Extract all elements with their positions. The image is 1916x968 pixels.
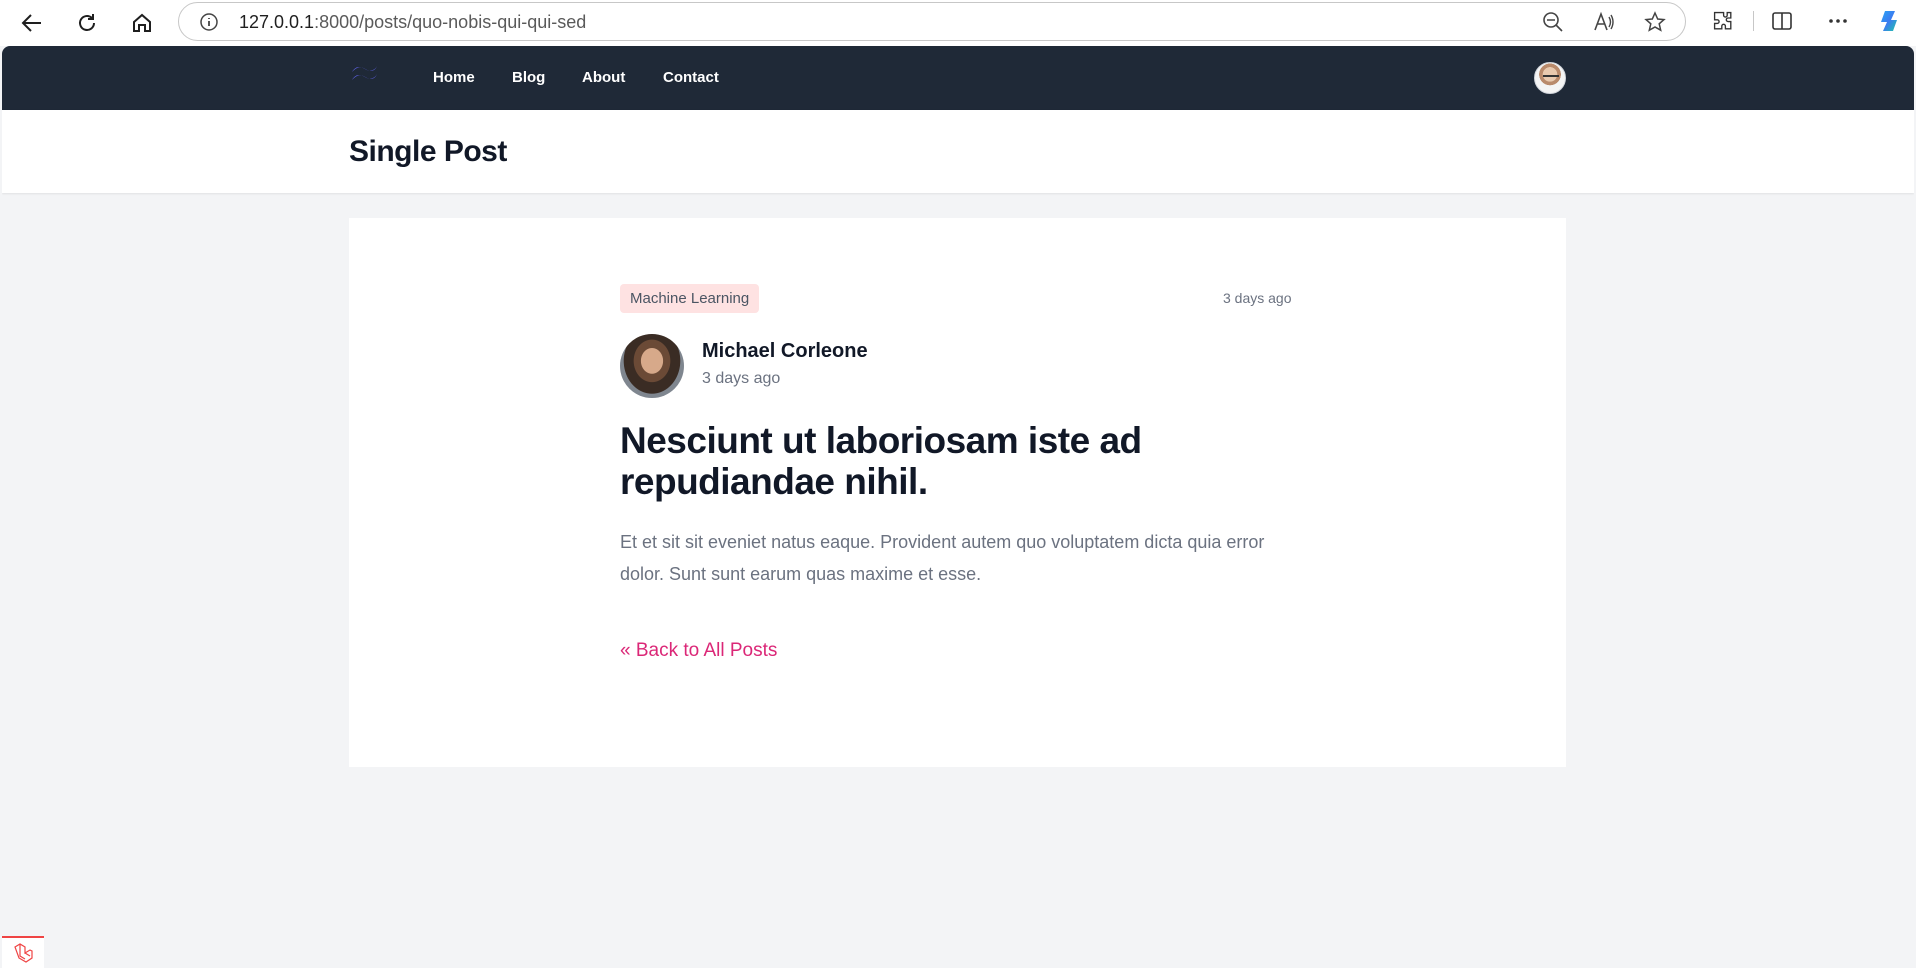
user-avatar[interactable]: [1534, 62, 1566, 94]
toolbar-divider: [1753, 11, 1754, 31]
site-navbar: Home Blog About Contact: [2, 46, 1914, 110]
address-bar[interactable]: 127.0.0.1:8000/posts/quo-nobis-qui-qui-s…: [178, 2, 1686, 41]
back-to-posts-link[interactable]: « Back to All Posts: [620, 640, 777, 662]
author-name: Michael Corleone: [702, 340, 868, 362]
zoom-out-icon[interactable]: [1542, 11, 1564, 33]
author-avatar: [620, 334, 684, 398]
nav-link-contact[interactable]: Contact: [663, 69, 719, 86]
nav-link-blog[interactable]: Blog: [512, 69, 545, 86]
home-icon[interactable]: [125, 6, 159, 40]
page-header: Single Post: [2, 110, 1914, 193]
category-badge[interactable]: Machine Learning: [620, 284, 760, 313]
avatar-glasses: [1543, 75, 1559, 79]
tailwind-logo-icon[interactable]: [349, 63, 381, 92]
author-timestamp: 3 days ago: [702, 370, 781, 387]
extensions-icon[interactable]: [1710, 8, 1736, 34]
url-host: 127.0.0.1: [239, 12, 315, 32]
nav-link-about[interactable]: About: [582, 69, 625, 86]
post-timestamp: 3 days ago: [1223, 290, 1292, 306]
more-options-icon[interactable]: [1825, 8, 1851, 34]
copilot-icon[interactable]: [1878, 8, 1904, 34]
page-title: Single Post: [349, 135, 507, 168]
favorite-star-icon[interactable]: [1644, 11, 1666, 33]
laravel-debug-icon[interactable]: [2, 936, 44, 968]
read-aloud-icon[interactable]: [1593, 11, 1615, 33]
back-arrow-icon[interactable]: [15, 6, 49, 40]
page-viewport: Home Blog About Contact Single Post Mach…: [2, 46, 1914, 968]
info-icon[interactable]: [199, 12, 219, 37]
url-text[interactable]: 127.0.0.1:8000/posts/quo-nobis-qui-qui-s…: [239, 12, 586, 33]
post-card: Machine Learning 3 days ago Michael Corl…: [349, 218, 1566, 767]
browser-toolbar: 127.0.0.1:8000/posts/quo-nobis-qui-qui-s…: [0, 0, 1916, 46]
split-screen-icon[interactable]: [1769, 8, 1795, 34]
refresh-icon[interactable]: [70, 6, 104, 40]
url-path: :8000/posts/quo-nobis-qui-qui-sed: [314, 12, 587, 32]
nav-link-home[interactable]: Home: [433, 69, 475, 86]
post-title: Nesciunt ut laboriosam iste ad repudiand…: [620, 420, 1142, 502]
post-body: Et et sit sit eveniet natus eaque. Provi…: [620, 532, 1265, 584]
